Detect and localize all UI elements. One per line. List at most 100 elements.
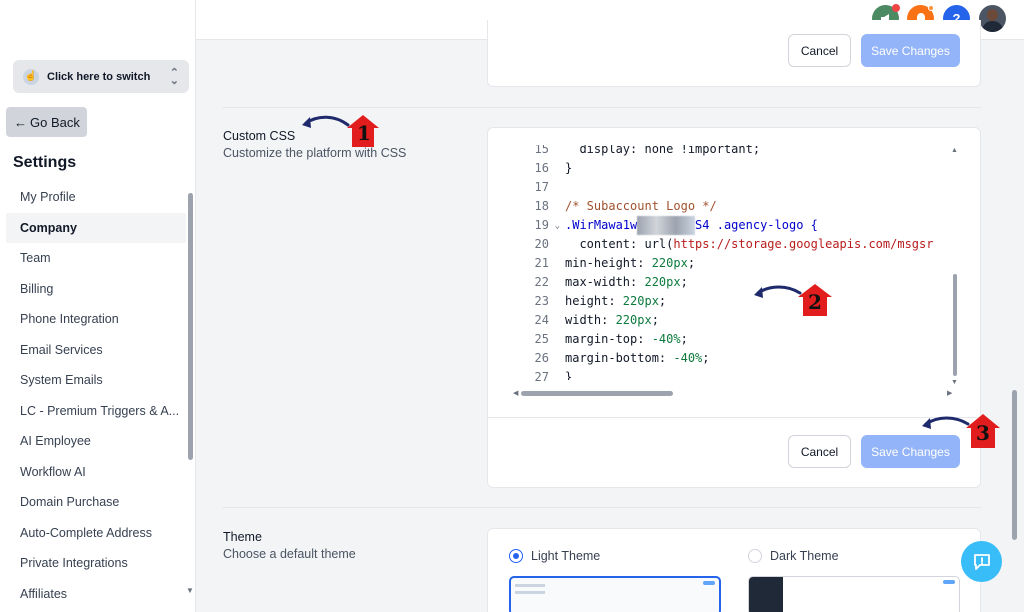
scroll-right-icon[interactable]: ▶ (947, 389, 952, 397)
sidebar-item-company[interactable]: Company (6, 212, 186, 243)
sidebar-item-domain-purchase[interactable]: Domain Purchase (6, 487, 186, 518)
sidebar-item-ai-employee[interactable]: AI Employee (6, 426, 186, 457)
horizontal-scroll-thumb[interactable] (521, 391, 673, 396)
code-line: min-height: 220px; (565, 254, 955, 273)
annotation-arrow-1 (302, 115, 350, 128)
line-number: 26 (534, 351, 549, 365)
code-semicolon: ; (680, 332, 688, 346)
avatar[interactable] (979, 5, 1006, 32)
line-number: 22 (534, 275, 549, 289)
sidebar-item-workflow-ai[interactable]: Workflow AI (6, 457, 186, 488)
go-back-button[interactable]: ← Go Back (6, 107, 87, 137)
code-value: 220px (644, 275, 681, 289)
notification-dot (892, 4, 900, 12)
settings-menu: My Profile Company Team Billing Phone In… (6, 182, 186, 609)
scroll-left-icon[interactable]: ◀ (513, 389, 518, 397)
fold-chevron-icon[interactable]: ⌄ (555, 217, 560, 236)
code-line: } (565, 370, 573, 380)
sidebar-item-email-services[interactable]: Email Services (6, 335, 186, 366)
sidebar-item-auto-complete-address[interactable]: Auto-Complete Address (6, 518, 186, 549)
sidebar-item-private-integrations[interactable]: Private Integrations (6, 548, 186, 579)
selector-rest: .agency-logo { (709, 218, 818, 232)
line-number: 24 (534, 313, 549, 327)
avatar-head (987, 9, 998, 21)
code-line: width: 220px; (565, 311, 955, 330)
scroll-down-icon[interactable]: ▼ (186, 586, 194, 595)
line-number: 21 (534, 256, 549, 270)
sidebar-item-system-emails[interactable]: System Emails (6, 365, 186, 396)
code-value: -40% (651, 332, 681, 346)
light-theme-preview[interactable] (509, 576, 721, 612)
account-switcher[interactable]: ☝ Click here to switch ⌃ ⌄ (13, 60, 189, 93)
annotation-number-3: 3 (976, 421, 990, 445)
line-number: 20 (534, 237, 549, 251)
editor-vertical-scrollbar[interactable] (953, 274, 957, 376)
dark-theme-preview[interactable] (748, 576, 960, 612)
annotation-number-1: 1 (357, 121, 371, 145)
selector-end: S4 (695, 218, 710, 232)
code-prop: margin-bottom: (565, 351, 674, 365)
code-line: } (565, 161, 573, 175)
settings-sidebar: ☝ Click here to switch ⌃ ⌄ ← Go Back Sett… (0, 0, 196, 612)
page-scrollbar[interactable] (1012, 390, 1017, 540)
selector-start: .WirMawa1w (565, 218, 638, 232)
dark-theme-label[interactable]: Dark Theme (770, 549, 839, 563)
line-number: 19 ⌄ (509, 216, 560, 235)
code-value: 220px (651, 256, 688, 270)
light-theme-label[interactable]: Light Theme (531, 549, 600, 563)
annotation-number-2: 2 (808, 290, 822, 314)
scroll-down-icon[interactable]: ▼ (951, 379, 958, 386)
sidebar-scrollbar[interactable] (188, 193, 193, 460)
light-theme-radio[interactable] (509, 549, 523, 563)
save-changes-button[interactable]: Save Changes (861, 435, 960, 468)
sidebar-item-affiliates[interactable]: Affiliates (6, 579, 186, 610)
sidebar-item-premium-triggers[interactable]: LC - Premium Triggers & A... (6, 396, 186, 427)
code-prop: max-width: (565, 275, 645, 289)
code-content[interactable]: display: none !important; } /* Subaccoun… (565, 145, 955, 380)
code-line: margin-bottom: -40%; (565, 349, 955, 368)
code-semicolon: ; (680, 275, 688, 289)
css-code-editor[interactable]: 15 16 17 18 19 ⌄ 20 21 22 23 24 25 26 27 … (509, 145, 961, 398)
code-semicolon: ; (651, 313, 659, 327)
cancel-button[interactable]: Cancel (788, 435, 851, 468)
redacted-text: XXXXXXXX (637, 216, 696, 235)
settings-heading: Settings (13, 154, 77, 171)
arrow-left-icon: ← (14, 114, 27, 130)
avatar-body (982, 21, 1003, 32)
code-line: /* Subaccount Logo */ (565, 199, 717, 213)
sidebar-item-my-profile[interactable]: My Profile (6, 182, 186, 213)
line-number: 23 (534, 294, 549, 308)
sidebar-item-phone-integration[interactable]: Phone Integration (6, 304, 186, 335)
sidebar-item-billing[interactable]: Billing (6, 274, 186, 305)
code-semicolon: ; (658, 294, 667, 308)
dark-theme-radio[interactable] (748, 549, 762, 563)
chat-support-icon[interactable] (961, 541, 1002, 582)
section-divider (222, 507, 981, 508)
section-divider (222, 107, 981, 108)
sidebar-item-team[interactable]: Team (6, 243, 186, 274)
annotation-arrow-2 (754, 285, 802, 298)
pointer-icon: ☝ (23, 68, 39, 85)
line-number: 16 (534, 161, 549, 175)
code-prop: min-height: (565, 256, 652, 270)
code-semicolon: ; (687, 256, 696, 270)
line-number: 25 (534, 332, 549, 346)
editor-horizontal-scrollbar[interactable]: ◀ ▶ (513, 389, 955, 397)
cancel-button-top[interactable]: Cancel (788, 34, 851, 67)
save-changes-button-top[interactable]: Save Changes (861, 34, 960, 67)
theme-description: Choose a default theme (223, 547, 356, 561)
line-number: 18 (534, 199, 549, 213)
go-back-label: Go Back (30, 114, 80, 130)
line-number-gutter: 15 16 17 18 19 ⌄ 20 21 22 23 24 25 26 27 (509, 145, 560, 384)
code-url: https://storage.googleapis.com/msgsr (673, 237, 934, 251)
code-prop: margin-top: (565, 332, 652, 346)
code-value: -40% (673, 351, 703, 365)
card-footer-divider (488, 417, 980, 418)
line-number-text: 19 (534, 218, 549, 232)
notification-dot (928, 5, 934, 11)
custom-css-title: Custom CSS (223, 129, 296, 143)
code-semicolon: ; (702, 351, 710, 365)
code-line: .WirMawa1wXXXXXXXXS4 .agency-logo { (565, 216, 955, 235)
scroll-up-icon[interactable]: ▲ (951, 147, 958, 154)
